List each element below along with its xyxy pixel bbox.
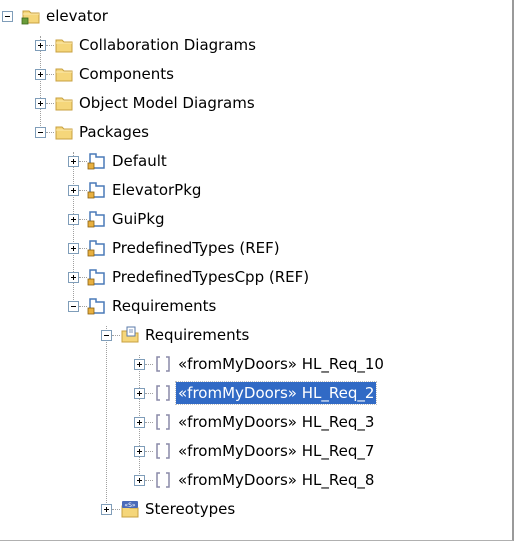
tree-item-label[interactable]: Components bbox=[77, 63, 176, 85]
model-browser-tree: elevator Collaboration Diagrams Components… bbox=[0, 0, 514, 541]
stereotypes-folder-icon: «S» bbox=[120, 499, 140, 519]
tree-item[interactable]: «fromMyDoors» HL_Req_8 bbox=[0, 466, 510, 495]
requirement-icon bbox=[153, 412, 173, 432]
tree-item-label[interactable]: Stereotypes bbox=[143, 498, 237, 520]
package-icon bbox=[87, 296, 107, 316]
tree-item[interactable]: Object Model Diagrams bbox=[0, 89, 510, 118]
tree-item[interactable]: «fromMyDoors» HL_Req_7 bbox=[0, 437, 510, 466]
tree-item[interactable]: Requirements bbox=[0, 292, 510, 321]
tree-item-label[interactable]: Packages bbox=[77, 121, 151, 143]
tree-item[interactable]: «fromMyDoors» HL_Req_3 bbox=[0, 408, 510, 437]
tree-item-label[interactable]: GuiPkg bbox=[110, 208, 167, 230]
expand-icon[interactable] bbox=[68, 156, 79, 167]
tree-item-label[interactable]: PredefinedTypes (REF) bbox=[110, 237, 282, 259]
project-folder-icon bbox=[21, 6, 41, 26]
collapse-icon[interactable] bbox=[2, 11, 13, 22]
expand-icon[interactable] bbox=[35, 40, 46, 51]
tree-item-label[interactable]: «fromMyDoors» HL_Req_7 bbox=[176, 440, 376, 462]
requirement-icon bbox=[153, 383, 173, 403]
folder-icon bbox=[54, 93, 74, 113]
requirement-icon bbox=[153, 470, 173, 490]
tree-item-label[interactable]: «fromMyDoors» HL_Req_10 bbox=[176, 353, 386, 375]
tree-item-label[interactable]: Object Model Diagrams bbox=[77, 92, 257, 114]
collapse-icon[interactable] bbox=[35, 127, 46, 138]
tree-item[interactable]: Packages bbox=[0, 118, 510, 147]
expand-icon[interactable] bbox=[134, 417, 145, 428]
tree-item-label[interactable]: Collaboration Diagrams bbox=[77, 34, 258, 56]
tree-item-label[interactable]: «fromMyDoors» HL_Req_8 bbox=[176, 469, 376, 491]
collapse-icon[interactable] bbox=[68, 301, 79, 312]
requirements-folder-icon bbox=[120, 325, 140, 345]
expand-icon[interactable] bbox=[68, 243, 79, 254]
tree-item[interactable]: «fromMyDoors» HL_Req_10 bbox=[0, 350, 510, 379]
package-icon bbox=[87, 267, 107, 287]
tree-item-label[interactable]: Requirements bbox=[110, 295, 218, 317]
tree-item[interactable]: Components bbox=[0, 60, 510, 89]
tree-item[interactable]: Requirements bbox=[0, 321, 510, 350]
tree-item-label[interactable]: «fromMyDoors» HL_Req_3 bbox=[176, 411, 376, 433]
expand-icon[interactable] bbox=[101, 504, 112, 515]
tree-item[interactable]: Collaboration Diagrams bbox=[0, 31, 510, 60]
expand-icon[interactable] bbox=[134, 359, 145, 370]
expand-icon[interactable] bbox=[68, 214, 79, 225]
expand-icon[interactable] bbox=[134, 475, 145, 486]
tree-item-label[interactable]: Default bbox=[110, 150, 169, 172]
tree-item-label[interactable]: Requirements bbox=[143, 324, 251, 346]
requirement-icon bbox=[153, 441, 173, 461]
expand-icon[interactable] bbox=[134, 388, 145, 399]
folder-icon bbox=[54, 64, 74, 84]
folder-icon bbox=[54, 122, 74, 142]
expand-icon[interactable] bbox=[35, 69, 46, 80]
tree-item-label[interactable]: ElevatorPkg bbox=[110, 179, 203, 201]
requirement-icon bbox=[153, 354, 173, 374]
tree-item[interactable]: elevator bbox=[0, 2, 510, 31]
tree-item-label[interactable]: «fromMyDoors» HL_Req_2 bbox=[174, 381, 378, 405]
tree-item[interactable]: GuiPkg bbox=[0, 205, 510, 234]
package-icon bbox=[87, 238, 107, 258]
package-icon bbox=[87, 151, 107, 171]
package-icon bbox=[87, 209, 107, 229]
tree-item[interactable]: PredefinedTypesCpp (REF) bbox=[0, 263, 510, 292]
tree-item[interactable]: ElevatorPkg bbox=[0, 176, 510, 205]
expand-icon[interactable] bbox=[35, 98, 46, 109]
package-icon bbox=[87, 180, 107, 200]
folder-icon bbox=[54, 35, 74, 55]
tree-item[interactable]: «S» Stereotypes bbox=[0, 495, 510, 524]
collapse-icon[interactable] bbox=[101, 330, 112, 341]
expand-icon[interactable] bbox=[68, 272, 79, 283]
expand-icon[interactable] bbox=[134, 446, 145, 457]
tree-item-label[interactable]: elevator bbox=[44, 5, 110, 27]
tree-item[interactable]: «fromMyDoors» HL_Req_2 bbox=[0, 379, 510, 408]
tree-item[interactable]: Default bbox=[0, 147, 510, 176]
svg-text:«S»: «S» bbox=[124, 502, 135, 509]
tree-item-label[interactable]: PredefinedTypesCpp (REF) bbox=[110, 266, 311, 288]
tree-item[interactable]: PredefinedTypes (REF) bbox=[0, 234, 510, 263]
expand-icon[interactable] bbox=[68, 185, 79, 196]
